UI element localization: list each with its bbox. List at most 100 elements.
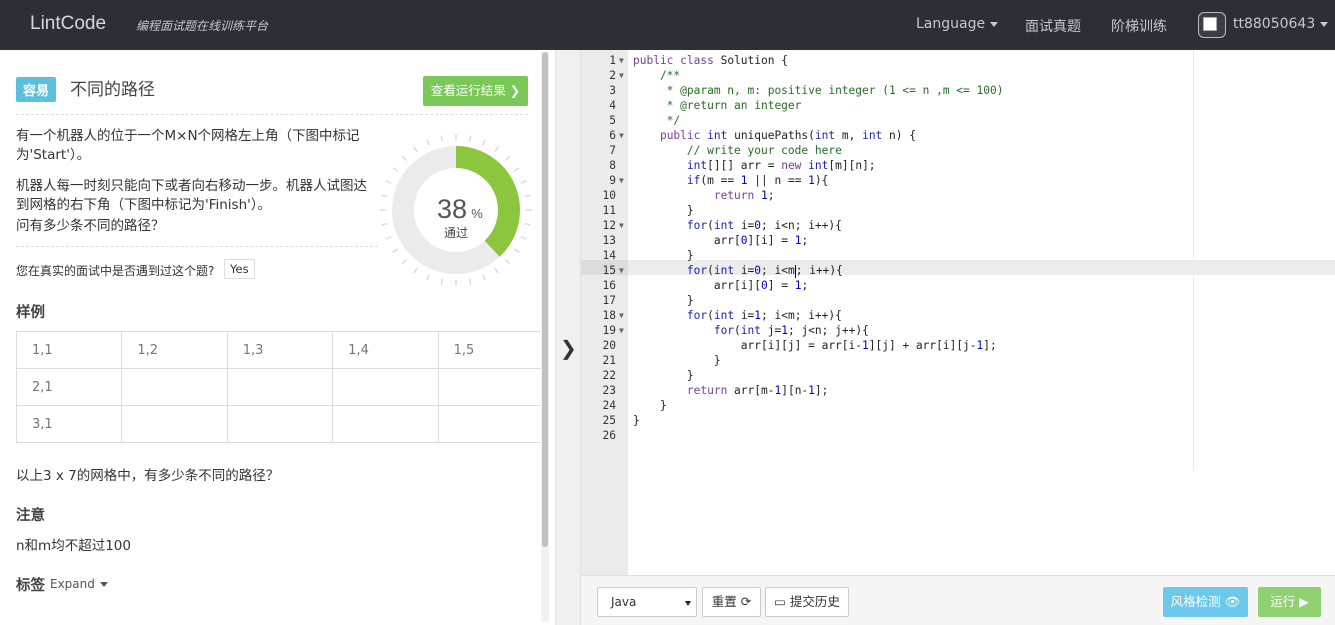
code-text: for(int j=1; j<n; j++){ — [713, 324, 869, 337]
chevron-right-icon[interactable]: ❯ — [560, 336, 577, 360]
line-number: 26 — [602, 429, 616, 442]
divider — [16, 114, 528, 115]
code-line[interactable]: 11 } — [581, 203, 1335, 218]
grid-cell — [332, 405, 439, 443]
code-text: if(m == 1 || n == 1){ — [686, 174, 829, 187]
grid-row: 3,1 — [15, 405, 545, 443]
fold-toggle-icon[interactable]: ▼ — [619, 323, 624, 338]
chevron-down-icon — [685, 601, 691, 606]
code-line[interactable]: 12 ▼ for(int i=0; i<n; i++){ — [581, 218, 1335, 233]
code-line[interactable]: 24 } — [581, 398, 1335, 413]
code-line[interactable]: 15 ▼ for(int i=0; i<m; i++){ — [581, 263, 1335, 278]
yes-button[interactable]: Yes — [224, 259, 255, 279]
avatar[interactable] — [1198, 12, 1226, 38]
site-tagline: 编程面试题在线训练平台 — [136, 19, 269, 33]
donut-tick — [392, 248, 399, 253]
donut-tick — [381, 222, 388, 226]
code-text: arr[i][0] = 1; — [633, 279, 809, 292]
code-text: * @return an integer — [633, 99, 802, 112]
user-menu[interactable]: tt88050643 — [1233, 16, 1329, 32]
code-line[interactable]: 23 return arr[m-1][n-1]; — [581, 383, 1335, 398]
code-line[interactable]: 22 } — [581, 368, 1335, 383]
text-cursor — [794, 264, 796, 278]
line-number: 5 — [609, 114, 616, 127]
code-line[interactable]: 1 ▼ public class Solution { — [581, 53, 1335, 68]
pass-rate-value: 38 — [437, 194, 467, 224]
line-number: 3 — [609, 84, 616, 97]
code-text: * @param n, m: positive integer (1 <= n … — [633, 84, 1004, 97]
code-line[interactable]: 14 } — [581, 248, 1335, 263]
code-line[interactable]: 3 * @param n, m: positive integer (1 <= … — [581, 83, 1335, 98]
code-line[interactable]: 18 ▼ for(int i=1; i<m; i++){ — [581, 308, 1335, 323]
code-text: for(int i=0; i<m; i++){ — [686, 264, 843, 278]
language-select[interactable]: Java — [597, 587, 697, 617]
run-button[interactable]: 运行 ▶ — [1258, 587, 1321, 617]
nav-language-dropdown[interactable]: Language — [916, 16, 999, 32]
pass-rate-donut-chart: 38 % 通过 — [380, 134, 532, 286]
code-text: } — [633, 294, 694, 307]
fold-toggle-icon[interactable]: ▼ — [619, 68, 624, 83]
code-line[interactable]: 21 } — [581, 353, 1335, 368]
code-line[interactable]: 25} — [581, 413, 1335, 428]
submission-history-label: 提交历史 — [789, 594, 840, 609]
code-editor[interactable]: 1 ▼ public class Solution {2 ▼ /** 3 * @para… — [580, 50, 1335, 575]
difficulty-badge: 容易 — [16, 77, 57, 102]
donut-tick — [440, 278, 444, 285]
nav-interview-questions[interactable]: 面试真题 — [1025, 16, 1081, 36]
code-text: } — [633, 369, 694, 382]
code-line[interactable]: 26 — [581, 428, 1335, 443]
code-text: for(int i=1; i<m; i++){ — [686, 309, 842, 322]
submission-history-button[interactable]: ▭ 提交历史 — [765, 587, 849, 617]
fold-toggle-icon[interactable]: ▼ — [619, 263, 624, 278]
code-line[interactable]: 6 ▼ public int uniquePaths(int m, int n) … — [581, 128, 1335, 143]
line-number: 9 — [609, 174, 616, 187]
nav-ladder-training[interactable]: 阶梯训练 — [1111, 16, 1167, 36]
pass-rate-percent: % — [471, 206, 483, 221]
code-line[interactable]: 16 arr[i][0] = 1; — [581, 278, 1335, 293]
donut-tick — [513, 167, 520, 172]
fold-toggle-icon[interactable]: ▼ — [619, 308, 624, 323]
code-line[interactable]: 19 ▼ for(int j=1; j<n; j++){ — [581, 323, 1335, 338]
expand-tags-toggle[interactable]: Expand — [50, 577, 108, 591]
scrollbar-thumb[interactable] — [542, 52, 548, 547]
view-results-button[interactable]: 查看运行结果 ❯ — [423, 76, 528, 106]
line-number: 16 — [602, 279, 616, 292]
code-line[interactable]: 17 } — [581, 293, 1335, 308]
fold-toggle-icon[interactable]: ▼ — [619, 218, 624, 233]
line-number: 17 — [602, 294, 616, 307]
code-line[interactable]: 13 arr[0][i] = 1; — [581, 233, 1335, 248]
nav-language-label: Language — [916, 16, 986, 32]
fold-toggle-icon[interactable]: ▼ — [619, 128, 624, 143]
code-text: } — [633, 204, 694, 217]
chevron-down-icon — [1320, 21, 1329, 27]
donut-tick — [468, 135, 472, 142]
code-text: return arr[m-1][n-1]; — [686, 384, 829, 397]
grid-cell — [121, 405, 228, 443]
code-text: int[][] arr = new int[m][n]; — [686, 159, 876, 172]
chevron-down-icon — [99, 582, 108, 587]
code-line[interactable]: 4 * @return an integer — [581, 98, 1335, 113]
code-line[interactable]: 2 ▼ /** — [581, 68, 1335, 83]
code-line[interactable]: 20 arr[i][j] = arr[i-1][j] + arr[i][j-1]… — [581, 338, 1335, 353]
code-line[interactable]: 10 return 1; — [581, 188, 1335, 203]
code-line[interactable]: 7 // write your code here — [581, 143, 1335, 158]
donut-tick — [468, 278, 472, 285]
donut-tick — [401, 258, 408, 265]
editor-toolbar: Java 重置 ⟳ ▭ 提交历史 风格检测 👁 运行 ▶ — [580, 575, 1335, 625]
code-line[interactable]: 9 ▼ if(m == 1 || n == 1){ — [581, 173, 1335, 188]
fold-toggle-icon[interactable]: ▼ — [619, 53, 624, 68]
donut-tick — [504, 155, 511, 162]
fold-toggle-icon[interactable]: ▼ — [619, 173, 624, 188]
divider — [16, 246, 378, 247]
donut-tick — [440, 135, 444, 142]
code-line[interactable]: 8 int[][] arr = new int[m][n]; — [581, 158, 1335, 173]
code-line[interactable]: 5 */ — [581, 113, 1335, 128]
grid-cell: 1,5 — [437, 331, 545, 369]
site-logo[interactable]: LintCode — [30, 13, 106, 35]
reset-button[interactable]: 重置 ⟳ — [702, 587, 761, 617]
line-number: 2 — [609, 69, 616, 82]
donut-tick — [504, 258, 511, 265]
style-check-button[interactable]: 风格检测 👁 — [1163, 587, 1248, 617]
problem-title: 不同的路径 — [70, 80, 155, 100]
grid-cell — [437, 368, 545, 406]
